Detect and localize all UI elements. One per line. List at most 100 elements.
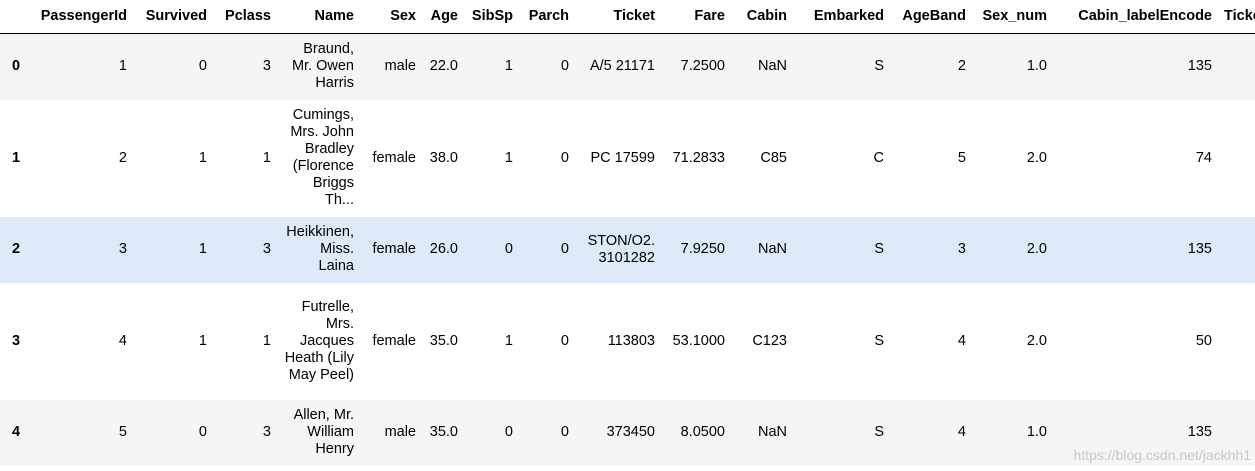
cell-ticket-truncated	[1220, 217, 1255, 283]
table-row[interactable]: 3 4 1 1 Futrelle, Mrs. Jacques Heath (Li…	[0, 282, 1255, 400]
cell-ticket-truncated	[1220, 283, 1255, 400]
cell-ticket: 113803	[607, 332, 655, 349]
table-row[interactable]: 1 2 1 1 Cumings, Mrs. John Bradley (Flor…	[0, 99, 1255, 217]
cell-name: Allen, Mr. William Henry	[293, 407, 354, 457]
cell-survived: 1	[198, 149, 207, 166]
cell-ticket: PC 17599	[590, 149, 656, 166]
cell-parch: 0	[560, 424, 569, 440]
cell-pclass: 3	[262, 424, 271, 440]
cell-ticket: A/5 21171	[589, 58, 655, 75]
cell-survived: 1	[198, 241, 207, 257]
cell-ageband: 3	[957, 241, 966, 257]
table-row[interactable]: 0 1 0 3 Braund, Mr. Owen Harris male 22.…	[0, 33, 1255, 100]
cell-fare: 7.9250	[680, 241, 725, 257]
column-header-cabin: Cabin	[733, 0, 795, 34]
cell-passengerid: 4	[118, 332, 127, 349]
cell-fare: 7.2500	[680, 58, 725, 75]
cell-sex: female	[372, 241, 416, 257]
column-header-sex: Sex	[362, 0, 424, 34]
cell-pclass: 1	[262, 332, 271, 349]
cell-sex: female	[372, 149, 416, 166]
watermark: https://blog.csdn.net/jackhh1	[1073, 447, 1251, 463]
cell-ageband: 5	[957, 149, 966, 166]
column-header-cabin-labelencode: Cabin_labelEncode	[1055, 0, 1220, 34]
cell-passengerid: 3	[118, 241, 127, 257]
header-row: PassengerId Survived Pclass Name Sex Age…	[0, 0, 1255, 34]
column-header-age: Age	[424, 0, 466, 34]
cell-embarked: S	[874, 241, 884, 257]
column-header-survived: Survived	[135, 0, 215, 34]
cell-parch: 0	[560, 241, 569, 257]
cell-age: 38.0	[429, 149, 458, 166]
column-header-pclass: Pclass	[215, 0, 279, 34]
cell-sex-num: 1.0	[1026, 424, 1047, 440]
cell-ageband: 4	[957, 332, 966, 349]
cell-sibsp: 0	[504, 424, 513, 440]
cell-cabin: NaN	[757, 58, 787, 75]
column-header-ticket-truncated: Ticket_	[1220, 0, 1255, 34]
cell-survived: 0	[198, 58, 207, 75]
cell-cabin: C85	[760, 149, 787, 166]
column-header-parch: Parch	[521, 0, 577, 34]
cell-name: Heikkinen, Miss. Laina	[286, 224, 354, 274]
table-row[interactable]: 4 5 0 3 Allen, Mr. William Henry male 35…	[0, 399, 1255, 466]
cell-fare: 71.2833	[672, 149, 725, 166]
cell-ageband: 2	[957, 58, 966, 75]
dataframe-table: PassengerId Survived Pclass Name Sex Age…	[0, 0, 1255, 466]
cell-cabin-labelencode: 135	[1187, 58, 1212, 75]
cell-ticket: 373450	[606, 424, 655, 440]
cell-sex-num: 2.0	[1026, 241, 1047, 257]
cell-embarked: S	[874, 58, 884, 75]
cell-embarked: C	[873, 149, 884, 166]
column-header-ageband: AgeBand	[892, 0, 974, 34]
cell-passengerid: 5	[118, 424, 127, 440]
cell-sex: male	[384, 424, 416, 440]
cell-age: 22.0	[429, 58, 458, 75]
cell-cabin-labelencode: 135	[1187, 241, 1212, 257]
cell-ticket-truncated	[1220, 34, 1255, 100]
cell-fare: 8.0500	[680, 424, 725, 440]
column-header-sibsp: SibSp	[466, 0, 521, 34]
cell-cabin: C123	[752, 332, 787, 349]
cell-parch: 0	[560, 149, 569, 166]
cell-survived: 0	[198, 424, 207, 440]
column-header-name: Name	[279, 0, 362, 34]
column-header-fare: Fare	[663, 0, 733, 34]
cell-age: 35.0	[429, 424, 458, 440]
column-header-ticket: Ticket	[577, 0, 663, 34]
cell-cabin: NaN	[757, 424, 787, 440]
cell-sex: female	[372, 332, 416, 349]
cell-embarked: S	[874, 332, 884, 349]
cell-embarked: S	[874, 424, 884, 440]
cell-sibsp: 1	[504, 149, 513, 166]
cell-parch: 0	[560, 58, 569, 75]
column-header-passengerid: PassengerId	[30, 0, 135, 34]
row-index: 2	[12, 241, 21, 257]
cell-name: Braund, Mr. Owen Harris	[291, 41, 354, 92]
index-header	[0, 0, 30, 34]
cell-sibsp: 1	[504, 332, 513, 349]
cell-cabin: NaN	[757, 241, 787, 257]
column-header-sex-num: Sex_num	[974, 0, 1055, 34]
cell-cabin-labelencode: 50	[1195, 332, 1212, 349]
cell-passengerid: 2	[118, 149, 127, 166]
cell-parch: 0	[560, 332, 569, 349]
cell-sibsp: 0	[504, 241, 513, 257]
cell-sex-num: 1.0	[1026, 58, 1047, 75]
cell-ageband: 4	[957, 424, 966, 440]
cell-sex-num: 2.0	[1026, 149, 1047, 166]
cell-age: 26.0	[429, 241, 458, 257]
column-header-embarked: Embarked	[795, 0, 892, 34]
cell-fare: 53.1000	[672, 332, 725, 349]
cell-pclass: 3	[262, 58, 271, 75]
cell-sex: male	[384, 58, 416, 75]
cell-ticket-truncated	[1220, 100, 1255, 217]
table-row[interactable]: 2 3 1 3 Heikkinen, Miss. Laina female 26…	[0, 216, 1255, 283]
cell-pclass: 1	[262, 149, 271, 166]
cell-name: Cumings, Mrs. John Bradley (Florence Bri…	[290, 107, 354, 208]
cell-sibsp: 1	[504, 58, 513, 75]
cell-cabin-labelencode: 74	[1195, 149, 1212, 166]
cell-passengerid: 1	[118, 58, 127, 75]
row-index: 0	[12, 58, 21, 75]
cell-survived: 1	[198, 332, 207, 349]
